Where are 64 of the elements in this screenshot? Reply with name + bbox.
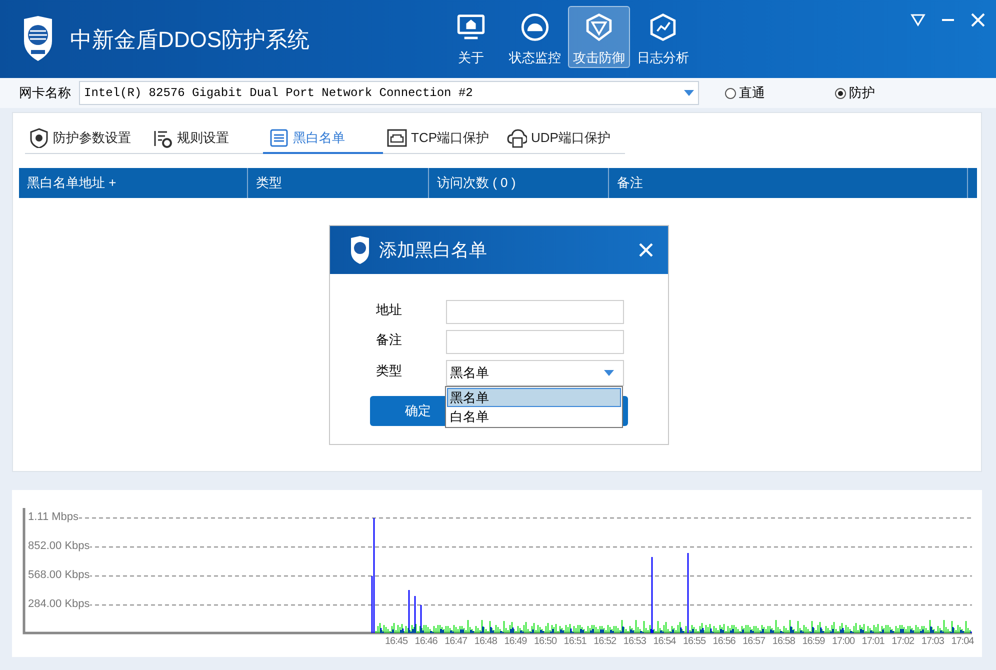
axis-label: 17:00	[832, 637, 855, 647]
axis-label: 16:52	[594, 637, 616, 647]
axis-label: 16:57	[742, 637, 766, 647]
close-icon[interactable]	[970, 12, 986, 28]
axis-label: 16:59	[802, 637, 825, 647]
axis-label: 16:46	[414, 637, 438, 647]
axis-label: 17:01	[862, 637, 884, 647]
logo-icon	[21, 15, 55, 63]
axis-label: 16:55	[683, 637, 706, 647]
axis-label: 1.11 Mbps	[28, 512, 79, 523]
port-icon	[387, 128, 407, 148]
axis-label: 16:49	[504, 637, 527, 647]
axis-label: 16:47	[444, 637, 468, 647]
axis-label: 17:04	[951, 637, 974, 647]
nav-tab[interactable]: 关于	[440, 6, 502, 68]
axis-label: 16:51	[564, 637, 586, 647]
tab[interactable]: TCP端口保护	[383, 124, 503, 154]
tab[interactable]: UDP端口保护	[503, 124, 625, 154]
axis-label: 16:58	[772, 637, 795, 647]
column-header[interactable]: 访问次数 ( 0 )	[429, 168, 609, 198]
field-label: 类型	[376, 362, 403, 380]
field-label: 备注	[376, 331, 403, 350]
logo-icon	[349, 235, 371, 265]
axis-label: 17:02	[892, 637, 914, 647]
axis-label: 17:03	[921, 637, 944, 647]
axis-label: 852.00 Kbps	[28, 541, 90, 552]
dropdown-icon[interactable]	[910, 12, 926, 28]
radio-label: 直通	[739, 84, 765, 102]
axis-label: 284.00 Kbps	[28, 599, 90, 610]
nav-tab[interactable]: 攻击防御	[568, 6, 630, 68]
axis-label: 16:50	[534, 637, 557, 647]
axis-label: 16:56	[712, 637, 736, 647]
gauge-icon	[519, 12, 551, 42]
column-header[interactable]: 黑白名单地址 +	[19, 168, 248, 198]
list-icon	[269, 128, 289, 148]
nic-select[interactable]: Intel(R) 82576 Gigabit Dual Port Network Connection #2	[79, 81, 699, 105]
tab[interactable]: 防护参数设置	[25, 124, 149, 154]
axis-label: 16:45	[385, 637, 408, 647]
type-select[interactable]: 黑名单	[446, 360, 624, 386]
axis-label: 16:48	[474, 637, 497, 647]
radio-button[interactable]	[835, 88, 846, 98]
app-title: 中新金盾DDOS防护系统	[70, 26, 310, 54]
nav-tab[interactable]: 状态监控	[504, 6, 566, 68]
shield-icon	[29, 128, 49, 148]
input-field[interactable]	[446, 300, 624, 324]
tab[interactable]: 黑白名单	[263, 124, 383, 154]
dialog-title: 添加黑白名单	[379, 238, 488, 262]
axis-label: 16:54	[653, 637, 676, 647]
radio-label: 防护	[849, 84, 875, 102]
nic-label: 网卡名称	[19, 84, 72, 102]
tab[interactable]: 规则设置	[149, 124, 263, 154]
nav-tab[interactable]: 日志分析	[632, 6, 694, 68]
cloud-icon	[507, 128, 527, 148]
column-header[interactable]: 备注	[609, 168, 968, 198]
caret-icon	[604, 370, 614, 376]
close-icon[interactable]	[638, 242, 654, 258]
column-header[interactable]: 类型	[248, 168, 429, 198]
axis-label: 568.00 Kbps	[28, 570, 90, 581]
field-label: 地址	[376, 301, 403, 320]
radio-button[interactable]	[725, 88, 736, 98]
caret-icon	[684, 90, 694, 96]
dropdown-option[interactable]: 黑名单	[447, 388, 621, 407]
input-field[interactable]	[446, 330, 624, 354]
axis-label: 16:53	[623, 637, 646, 647]
